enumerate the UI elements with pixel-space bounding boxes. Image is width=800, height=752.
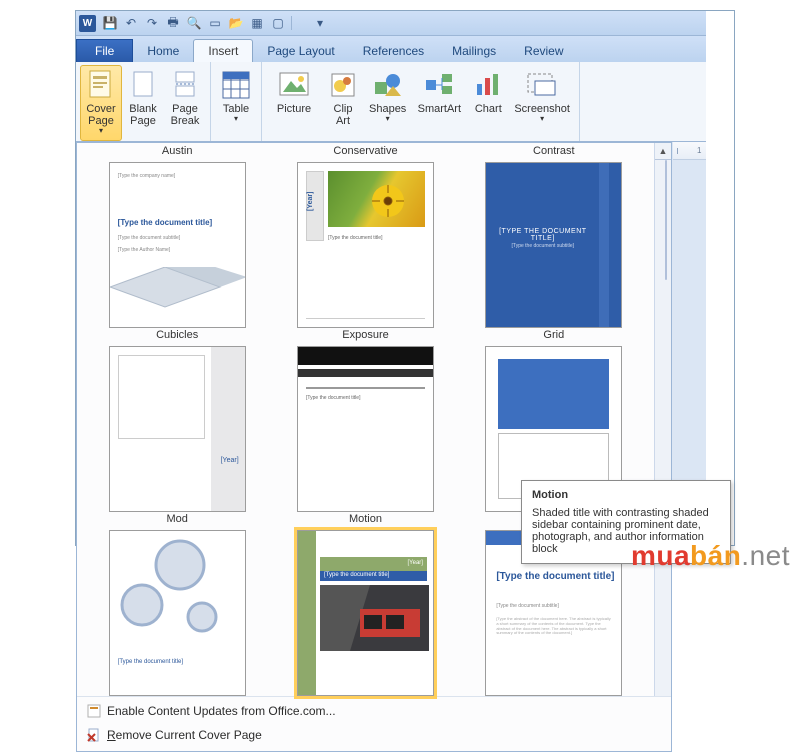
cover-page-label: Cover Page (86, 103, 115, 127)
group-tables: Table ▾ (211, 62, 262, 141)
cover-page-icon (86, 70, 116, 100)
scroll-up-icon[interactable]: ▲ (655, 143, 671, 160)
highlight-icon[interactable]: ▦ (249, 15, 265, 31)
gallery-item-contrast[interactable]: Contrast [TYPE THE DOCUMENT TITLE] [Type… (460, 143, 648, 328)
gallery-item-exposure[interactable]: Exposure [Type the document title] (271, 328, 459, 512)
gallery-footer: Enable Content Updates from Office.com..… (77, 696, 671, 749)
group-illustrations: Picture Clip Art Shapes ▾ SmartArt (262, 62, 580, 141)
gallery-thumb: [Type the document title] (297, 346, 434, 512)
table-icon (221, 70, 251, 100)
print-preview-icon[interactable]: 🔍 (186, 15, 202, 31)
gallery-item-motion[interactable]: Motion [Year] [Type the document title] (271, 512, 459, 696)
titlebar: W 💾 ↶ ↷ 🖶 🔍 ▭ 📂 ▦ ▢ ▾ (76, 11, 706, 36)
save-icon[interactable]: 💾 (102, 15, 118, 31)
gallery-caption: Grid (543, 328, 564, 344)
new-icon[interactable]: ▭ (207, 15, 223, 31)
qat-customize-icon[interactable]: ▾ (312, 15, 328, 31)
qat-separator (291, 16, 307, 30)
word-window: W 💾 ↶ ↷ 🖶 🔍 ▭ 📂 ▦ ▢ ▾ File Home Insert P… (76, 11, 706, 545)
chevron-down-icon: ▾ (540, 115, 544, 124)
shapes-icon (373, 70, 403, 100)
gallery-thumb: [Year] (109, 346, 246, 512)
page-break-label: Page Break (171, 103, 200, 127)
gallery-item-cubicles[interactable]: Cubicles [Year] (83, 328, 271, 512)
gallery-caption: Exposure (342, 328, 388, 344)
tab-home[interactable]: Home (133, 40, 193, 62)
tab-references[interactable]: References (349, 40, 438, 62)
tooltip-title: Motion (532, 489, 720, 501)
redo-icon[interactable]: ↷ (144, 15, 160, 31)
group-pages: Cover Page ▾ Blank Page Page Break (76, 62, 211, 141)
gallery-scrollbar[interactable]: ▲ (654, 143, 671, 696)
chart-button[interactable]: Chart (467, 65, 509, 141)
chart-icon (473, 70, 503, 100)
ribbon: Cover Page ▾ Blank Page Page Break (76, 62, 706, 142)
picture-label: Picture (277, 103, 311, 115)
tab-file[interactable]: File (76, 39, 133, 62)
remove-icon (85, 727, 103, 743)
clip-art-label: Clip Art (334, 103, 353, 127)
page-break-icon (170, 70, 200, 100)
gallery-thumb: [Year] [Type the document title] (297, 530, 434, 696)
shapes-button[interactable]: Shapes ▾ (364, 65, 411, 141)
quick-access-toolbar: 💾 ↶ ↷ 🖶 🔍 ▭ 📂 ▦ ▢ ▾ (102, 15, 328, 31)
open-icon[interactable]: 📂 (228, 15, 244, 31)
quickprint-icon[interactable]: 🖶 (165, 15, 181, 31)
blank-page-button[interactable]: Blank Page (122, 65, 164, 141)
blank-page-label: Blank Page (129, 103, 157, 127)
office-icon (85, 703, 103, 719)
gallery-grid: Austin [Type the company name] [Type the… (77, 143, 654, 696)
tab-review[interactable]: Review (510, 40, 577, 62)
gallery-caption: Austin (162, 143, 193, 160)
ribbon-tabs: File Home Insert Page Layout References … (76, 36, 706, 62)
gallery-thumb: [Type the document title] (109, 530, 246, 696)
gallery-caption: Mod (166, 512, 187, 528)
remove-cover-label: Remove Current Cover Page (107, 728, 262, 742)
enable-updates-label: Enable Content Updates from Office.com..… (107, 704, 336, 718)
gallery-caption: Conservative (333, 143, 397, 160)
scroll-thumb[interactable] (665, 160, 667, 280)
page-break-button[interactable]: Page Break (164, 65, 206, 141)
tab-mailings[interactable]: Mailings (438, 40, 510, 62)
watermark: muabán.net (631, 540, 790, 572)
tab-insert[interactable]: Insert (193, 39, 253, 62)
gallery-caption: Cubicles (156, 328, 198, 344)
gallery-item-conservative[interactable]: Conservative [Year] [Type the document t… (271, 143, 459, 328)
smartart-label: SmartArt (418, 103, 461, 115)
clip-art-button[interactable]: Clip Art (322, 65, 364, 141)
chevron-down-icon: ▾ (99, 127, 103, 136)
blank-page-icon (128, 70, 158, 100)
gallery-item-mod[interactable]: Mod [Type the document title] (83, 512, 271, 696)
gallery-thumb: [Type the company name] [Type the docume… (109, 162, 246, 328)
table-button[interactable]: Table ▾ (215, 65, 257, 141)
gallery-item-austin[interactable]: Austin [Type the company name] [Type the… (83, 143, 271, 328)
cover-page-button[interactable]: Cover Page ▾ (80, 65, 122, 141)
screenshot-button[interactable]: Screenshot ▾ (509, 65, 575, 141)
ruler-mark: 1 (697, 146, 701, 155)
picture-button[interactable]: Picture (266, 65, 322, 141)
gallery-caption: Contrast (533, 143, 575, 160)
undo-icon[interactable]: ↶ (123, 15, 139, 31)
gallery-thumb: [Year] [Type the document title] (297, 162, 434, 328)
cover-page-gallery: Austin [Type the company name] [Type the… (76, 142, 672, 752)
chevron-down-icon: ▾ (386, 115, 390, 124)
horizontal-ruler: 1 (673, 142, 706, 160)
gallery-thumb: [TYPE THE DOCUMENT TITLE] [Type the docu… (485, 162, 622, 328)
gallery-caption: Motion (349, 512, 382, 528)
enable-content-updates[interactable]: Enable Content Updates from Office.com..… (77, 699, 671, 723)
chart-label: Chart (475, 103, 502, 115)
zoom-icon[interactable]: ▢ (270, 15, 286, 31)
smartart-button[interactable]: SmartArt (411, 65, 467, 141)
word-app-icon: W (79, 15, 96, 32)
picture-icon (279, 70, 309, 100)
tab-page-layout[interactable]: Page Layout (253, 40, 348, 62)
smartart-icon (424, 70, 454, 100)
clip-art-icon (328, 70, 358, 100)
chevron-down-icon: ▾ (234, 115, 238, 124)
screenshot-icon (527, 70, 557, 100)
remove-cover-page[interactable]: Remove Current Cover Page (77, 723, 671, 747)
